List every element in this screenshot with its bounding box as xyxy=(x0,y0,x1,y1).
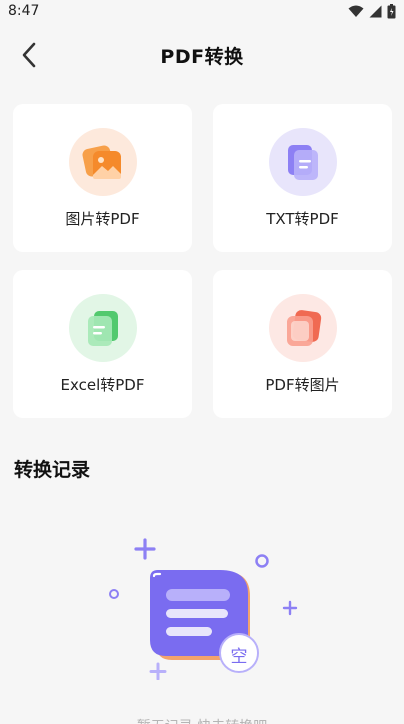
status-bar: 8:47 xyxy=(0,0,404,22)
converter-grid: 图片转PDF TXT转PDF Excel转PDF PDF转图片 xyxy=(13,104,392,418)
pdf-to-image-card[interactable]: PDF转图片 xyxy=(213,270,392,418)
txt-to-pdf-icon-bg xyxy=(268,128,337,196)
image-to-pdf-icon xyxy=(82,145,121,179)
pdf-to-image-icon xyxy=(286,310,321,346)
status-time: 8:47 xyxy=(8,3,40,19)
excel-to-pdf-label: Excel转PDF xyxy=(60,376,145,394)
battery-icon xyxy=(387,3,396,18)
nav-bar: PDF转换 xyxy=(0,22,404,88)
chevron-left-icon xyxy=(22,42,36,68)
excel-to-pdf-card[interactable]: Excel转PDF xyxy=(13,270,192,418)
excel-to-pdf-icon-bg xyxy=(68,294,137,362)
txt-to-pdf-card[interactable]: TXT转PDF xyxy=(213,104,392,252)
empty-state-illustration xyxy=(109,538,298,680)
signal-icon xyxy=(369,5,382,17)
pdf-to-image-label: PDF转图片 xyxy=(265,376,340,394)
empty-state-text: 暂无记录 快去转换吧 xyxy=(0,716,404,724)
pdf-to-image-icon-bg xyxy=(268,294,337,362)
txt-to-pdf-icon xyxy=(287,145,318,180)
history-title: 转换记录 xyxy=(14,459,91,481)
empty-badge-text: 空 xyxy=(230,647,248,667)
page-title: PDF转换 xyxy=(160,45,244,68)
back-button[interactable] xyxy=(14,40,44,70)
status-icons xyxy=(348,3,396,19)
image-to-pdf-label: 图片转PDF xyxy=(65,210,140,228)
image-to-pdf-icon-bg xyxy=(68,128,137,196)
txt-to-pdf-label: TXT转PDF xyxy=(266,210,339,228)
excel-to-pdf-icon xyxy=(87,311,118,346)
image-to-pdf-card[interactable]: 图片转PDF xyxy=(13,104,192,252)
wifi-icon xyxy=(348,5,364,17)
